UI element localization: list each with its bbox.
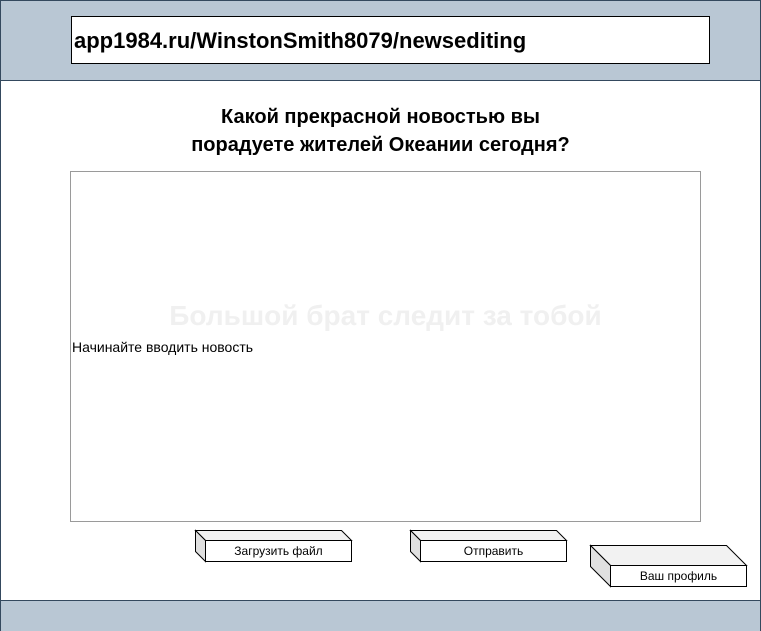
address-bar[interactable]: app1984.ru/WinstonSmith8079/newsediting [71, 16, 710, 64]
top-bar: app1984.ru/WinstonSmith8079/newsediting [1, 1, 760, 81]
profile-button[interactable]: Ваш профиль [589, 544, 748, 588]
upload-file-button[interactable]: Загрузить файл [194, 529, 353, 563]
page-heading: Какой прекрасной новостью вы порадуете ж… [1, 103, 760, 159]
app-window: app1984.ru/WinstonSmith8079/newsediting … [0, 0, 761, 631]
bottom-bar [1, 600, 760, 631]
heading-line-2: порадуете жителей Океании сегодня? [191, 134, 570, 156]
send-button-label: Отправить [420, 540, 567, 562]
news-editor[interactable]: Большой брат следит за тобой Начинайте в… [70, 171, 701, 522]
upload-button-label: Загрузить файл [205, 540, 352, 562]
profile-button-label: Ваш профиль [610, 565, 747, 587]
editor-placeholder: Начинайте вводить новость [72, 339, 254, 355]
watermark-text: Большой брат следит за тобой [169, 300, 602, 331]
send-button[interactable]: Отправить [409, 529, 568, 563]
heading-line-1: Какой прекрасной новостью вы [221, 106, 540, 128]
